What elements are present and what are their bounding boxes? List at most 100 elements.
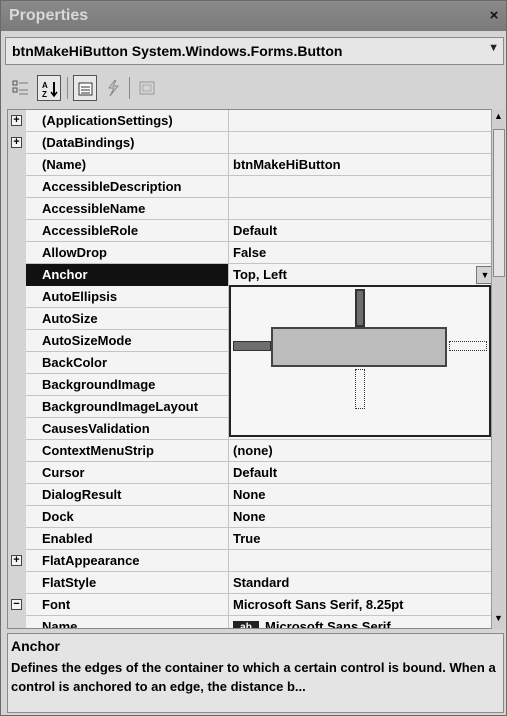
property-row[interactable]: Anchor Top, Left ▼ [8, 264, 494, 286]
property-row[interactable]: + (ApplicationSettings) [8, 110, 494, 132]
anchor-bottom-toggle[interactable] [355, 369, 365, 409]
property-value[interactable]: Default [230, 220, 494, 242]
row-gutter [8, 462, 26, 484]
property-name[interactable]: BackgroundImageLayout [26, 396, 229, 418]
property-name[interactable]: Cursor [26, 462, 229, 484]
object-selector[interactable]: btnMakeHiButton System.Windows.Forms.But… [5, 37, 504, 65]
property-row[interactable]: AllowDrop False [8, 242, 494, 264]
anchor-left-toggle[interactable] [233, 341, 271, 351]
property-name[interactable]: BackColor [26, 352, 229, 374]
property-value[interactable] [230, 176, 494, 198]
property-name[interactable]: DialogResult [26, 484, 229, 506]
property-row[interactable]: AccessibleDescription [8, 176, 494, 198]
property-name[interactable]: AccessibleDescription [26, 176, 229, 198]
row-gutter [8, 528, 26, 550]
object-selector-value: btnMakeHiButton System.Windows.Forms.But… [12, 43, 343, 59]
anchor-right-toggle[interactable] [449, 341, 487, 351]
property-row[interactable]: Dock None [8, 506, 494, 528]
property-row[interactable]: + (DataBindings) [8, 132, 494, 154]
property-name[interactable]: (DataBindings) [26, 132, 229, 154]
property-value-text: None [233, 487, 266, 502]
property-value[interactable]: False [230, 242, 494, 264]
property-name[interactable]: ContextMenuStrip [26, 440, 229, 462]
property-value[interactable]: Top, Left [230, 264, 494, 286]
expand-icon[interactable]: + [11, 137, 22, 148]
property-name[interactable]: AllowDrop [26, 242, 229, 264]
property-row[interactable]: FlatStyle Standard [8, 572, 494, 594]
property-value[interactable] [230, 110, 494, 132]
property-row[interactable]: − Font Microsoft Sans Serif, 8.25pt [8, 594, 494, 616]
property-name[interactable]: Enabled [26, 528, 229, 550]
close-icon[interactable]: × [486, 8, 502, 24]
grid-scrollbar[interactable]: ▲ ▼ [491, 109, 505, 629]
scroll-thumb[interactable] [493, 129, 505, 277]
property-row[interactable]: Name ab Microsoft Sans Serif [8, 616, 494, 629]
property-row[interactable]: DialogResult None [8, 484, 494, 506]
row-gutter [8, 616, 26, 628]
property-value[interactable]: True [230, 528, 494, 550]
property-value[interactable] [230, 550, 494, 572]
property-row[interactable]: Enabled True [8, 528, 494, 550]
description-panel: Anchor Defines the edges of the containe… [7, 633, 504, 713]
property-name[interactable]: AutoSize [26, 308, 229, 330]
property-name[interactable]: (ApplicationSettings) [26, 110, 229, 132]
svg-text:A: A [42, 81, 48, 90]
property-name[interactable]: BackgroundImage [26, 374, 229, 396]
property-row[interactable]: AccessibleRole Default [8, 220, 494, 242]
property-name[interactable]: FlatAppearance [26, 550, 229, 572]
window-title: Properties [9, 7, 89, 24]
property-value[interactable]: btnMakeHiButton [230, 154, 494, 176]
categorized-icon [12, 80, 28, 95]
property-value[interactable]: Standard [230, 572, 494, 594]
property-row[interactable]: ContextMenuStrip (none) [8, 440, 494, 462]
property-name[interactable]: AutoSizeMode [26, 330, 229, 352]
property-name[interactable]: Name [26, 616, 229, 628]
property-value[interactable]: None [230, 484, 494, 506]
description-title: Anchor [11, 638, 60, 654]
property-name[interactable]: Font [26, 594, 229, 616]
property-value-text: True [233, 531, 261, 546]
events-button[interactable] [101, 75, 125, 101]
scroll-down-icon[interactable]: ▼ [492, 613, 505, 627]
categorized-button[interactable] [9, 75, 33, 101]
property-name[interactable]: CausesValidation [26, 418, 229, 440]
row-gutter [8, 396, 26, 418]
chevron-down-icon[interactable]: ▼ [488, 42, 499, 54]
property-value[interactable] [230, 198, 494, 220]
row-gutter [8, 308, 26, 330]
properties-button[interactable] [73, 75, 97, 101]
property-name[interactable]: FlatStyle [26, 572, 229, 594]
property-value-text: Microsoft Sans Serif [265, 619, 391, 629]
property-value[interactable]: ab Microsoft Sans Serif [230, 616, 494, 629]
scroll-up-icon[interactable]: ▲ [492, 111, 505, 125]
anchor-top-toggle[interactable] [355, 289, 365, 327]
property-row[interactable]: (Name) btnMakeHiButton [8, 154, 494, 176]
properties-icon [78, 82, 93, 96]
property-name[interactable]: AccessibleName [26, 198, 229, 220]
property-row[interactable]: Cursor Default [8, 462, 494, 484]
property-value[interactable]: None [230, 506, 494, 528]
collapse-icon[interactable]: − [11, 599, 22, 610]
property-value[interactable] [230, 132, 494, 154]
property-pages-icon [139, 81, 155, 95]
property-row[interactable]: AccessibleName [8, 198, 494, 220]
expand-icon[interactable]: + [11, 115, 22, 126]
expand-icon[interactable]: + [11, 555, 22, 566]
property-name[interactable]: AccessibleRole [26, 220, 229, 242]
property-name[interactable]: Dock [26, 506, 229, 528]
property-value-text: Standard [233, 575, 290, 590]
property-row[interactable]: + FlatAppearance [8, 550, 494, 572]
property-value-text: Default [233, 223, 278, 238]
property-name[interactable]: Anchor [26, 264, 229, 286]
property-value[interactable]: Microsoft Sans Serif, 8.25pt [230, 594, 494, 616]
property-value[interactable]: (none) [230, 440, 494, 462]
property-name[interactable]: AutoEllipsis [26, 286, 229, 308]
property-name[interactable]: (Name) [26, 154, 229, 176]
alphabetical-button[interactable]: AZ [37, 75, 61, 101]
row-gutter [8, 264, 26, 286]
svg-text:Z: Z [42, 90, 47, 98]
alphabetical-icon: AZ [42, 81, 58, 98]
property-value[interactable]: Default [230, 462, 494, 484]
row-gutter [8, 374, 26, 396]
property-pages-button[interactable] [135, 75, 159, 101]
